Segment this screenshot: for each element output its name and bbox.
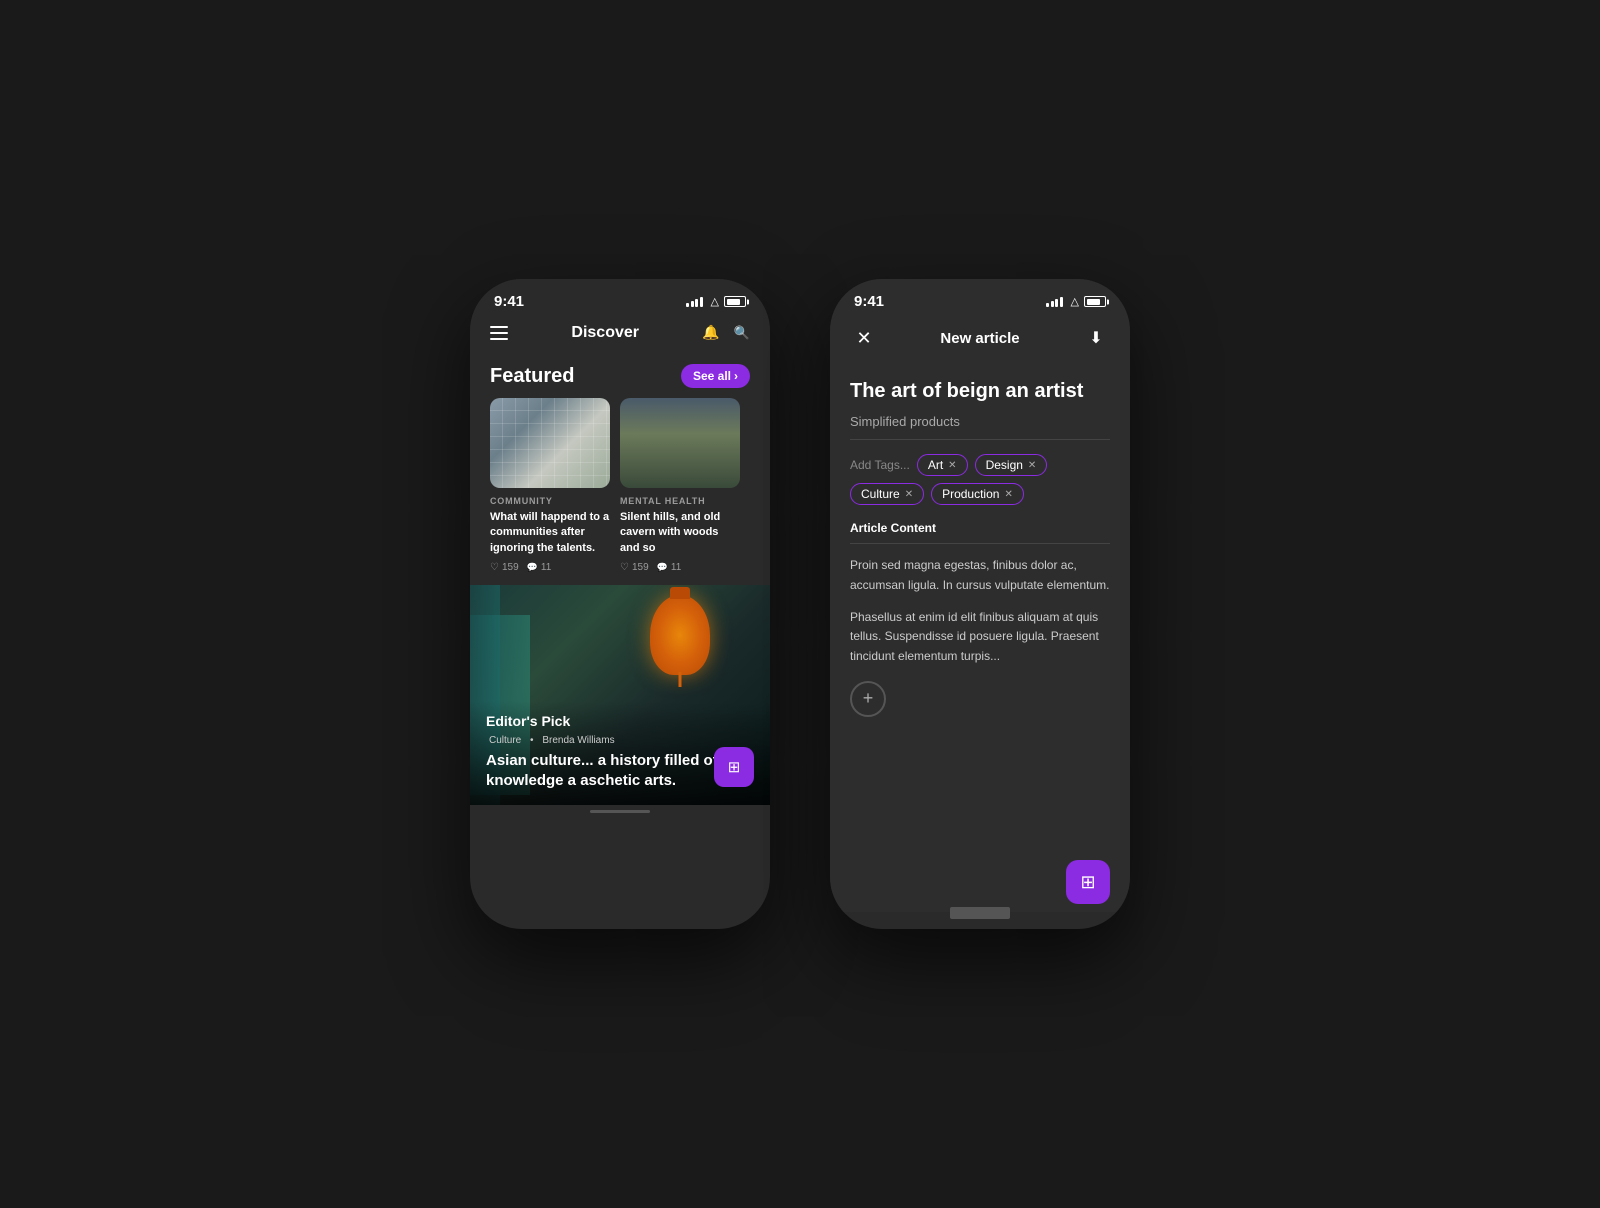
article-subtitle[interactable]: Simplified products: [850, 414, 1110, 440]
tag-culture-label: Culture: [861, 487, 900, 501]
content-label: Article Content: [850, 521, 1110, 544]
nav-actions-1: [702, 324, 750, 342]
article-title[interactable]: The art of beign an artist: [850, 378, 1110, 404]
card-image-2: [620, 398, 740, 488]
close-button[interactable]: ✕: [850, 324, 878, 352]
add-content-button[interactable]: +: [850, 681, 886, 717]
tags-section: Add Tags... Art ✕ Design ✕ Culture ✕: [850, 454, 1110, 505]
article-nav-title: New article: [940, 330, 1019, 347]
status-bar-2: 9:41 △: [830, 279, 1130, 316]
download-button[interactable]: ⬇: [1082, 324, 1110, 352]
chevron-right-icon: ›: [734, 369, 738, 383]
battery-icon-2: [1084, 296, 1106, 307]
lantern-decoration: [640, 595, 720, 695]
tag-production[interactable]: Production ✕: [931, 483, 1024, 505]
tag-art-label: Art: [928, 458, 943, 472]
see-all-button[interactable]: See all ›: [681, 364, 750, 388]
card-image-1: [490, 398, 610, 488]
card-footer-1: ♡ 159 💬 11: [490, 562, 610, 573]
featured-card-1[interactable]: COMMUNITY What will happend to a communi…: [490, 398, 610, 573]
featured-header: Featured See all ›: [470, 352, 770, 398]
tag-culture[interactable]: Culture ✕: [850, 483, 924, 505]
tag-production-label: Production: [942, 487, 999, 501]
signal-bars-1: [686, 297, 703, 307]
content-para-2[interactable]: Phasellus at enim id elit finibus aliqua…: [850, 608, 1110, 667]
nav-title-1: Discover: [571, 324, 639, 342]
scroll-indicator-1: [470, 805, 770, 817]
card-comments-1: 💬 11: [527, 562, 552, 573]
hamburger-icon[interactable]: [490, 326, 508, 340]
battery-icon-1: [724, 296, 746, 307]
article-form-content: The art of beign an artist Simplified pr…: [830, 362, 1130, 912]
featured-title: Featured: [490, 365, 574, 388]
bookmark-icon-1: ⊞: [728, 758, 741, 776]
scroll-dot-1: [590, 810, 650, 813]
comment-icon-1: 💬: [527, 562, 538, 573]
card-likes-2: ♡ 159: [620, 562, 649, 573]
heart-icon-2: ♡: [620, 562, 629, 573]
fab-button-2[interactable]: ⊞: [1066, 860, 1110, 904]
featured-card-2[interactable]: MENTAL HEALTH Silent hills, and old cave…: [620, 398, 740, 573]
search-icon[interactable]: [734, 324, 750, 342]
nav-bar-1: Discover: [470, 316, 770, 352]
status-icons-1: △: [686, 295, 746, 308]
tag-art-close-icon[interactable]: ✕: [948, 460, 956, 471]
editors-pick-section[interactable]: Editor's Pick Culture • Brenda Williams …: [470, 585, 770, 805]
plus-icon: +: [863, 688, 874, 709]
fab-button-1[interactable]: ⊞: [714, 747, 754, 787]
card-likes-1: ♡ 159: [490, 562, 519, 573]
wifi-icon-1: △: [711, 295, 719, 308]
card-footer-2: ♡ 159 💬 11: [620, 562, 740, 573]
card-text-2: Silent hills, and old cavern with woods …: [620, 510, 740, 556]
card-comments-2: 💬 11: [657, 562, 682, 573]
comment-icon-2: 💬: [657, 562, 668, 573]
wifi-icon-2: △: [1071, 295, 1079, 308]
signal-bars-2: [1046, 297, 1063, 307]
download-icon: ⬇: [1089, 328, 1102, 348]
tag-design[interactable]: Design ✕: [975, 454, 1048, 476]
content-para-1[interactable]: Proin sed magna egestas, finibus dolor a…: [850, 556, 1110, 596]
status-bar-1: 9:41 △: [470, 279, 770, 316]
editors-label: Editor's Pick: [486, 713, 754, 729]
card-category-2: MENTAL HEALTH: [620, 496, 740, 506]
tag-art[interactable]: Art ✕: [917, 454, 968, 476]
card-text-1: What will happend to a communities after…: [490, 510, 610, 556]
tags-row: Add Tags... Art ✕ Design ✕ Culture ✕: [850, 454, 1110, 505]
phone-new-article: 9:41 △ ✕ New article ⬇ The art of beign …: [830, 279, 1130, 929]
cards-row: COMMUNITY What will happend to a communi…: [470, 398, 770, 573]
bell-icon[interactable]: [702, 324, 719, 342]
editors-meta: Culture • Brenda Williams: [486, 735, 754, 746]
tags-add-label: Add Tags...: [850, 458, 910, 472]
time-2: 9:41: [854, 293, 884, 310]
heart-icon-1: ♡: [490, 562, 499, 573]
card-category-1: COMMUNITY: [490, 496, 610, 506]
tag-culture-close-icon[interactable]: ✕: [905, 489, 913, 500]
nav-bar-2: ✕ New article ⬇: [830, 316, 1130, 362]
discover-content: Featured See all › COMMUNITY What will h…: [470, 352, 770, 817]
tag-design-label: Design: [986, 458, 1023, 472]
phone-discover: 9:41 △ Discover Featured See all: [470, 279, 770, 929]
tag-design-close-icon[interactable]: ✕: [1028, 460, 1036, 471]
bookmark-icon-2: ⊞: [1080, 872, 1095, 893]
tag-production-close-icon[interactable]: ✕: [1004, 489, 1012, 500]
scroll-indicator-2: [950, 907, 1010, 919]
article-content-section: Article Content Proin sed magna egestas,…: [850, 521, 1110, 667]
time-1: 9:41: [494, 293, 524, 310]
status-icons-2: △: [1046, 295, 1106, 308]
